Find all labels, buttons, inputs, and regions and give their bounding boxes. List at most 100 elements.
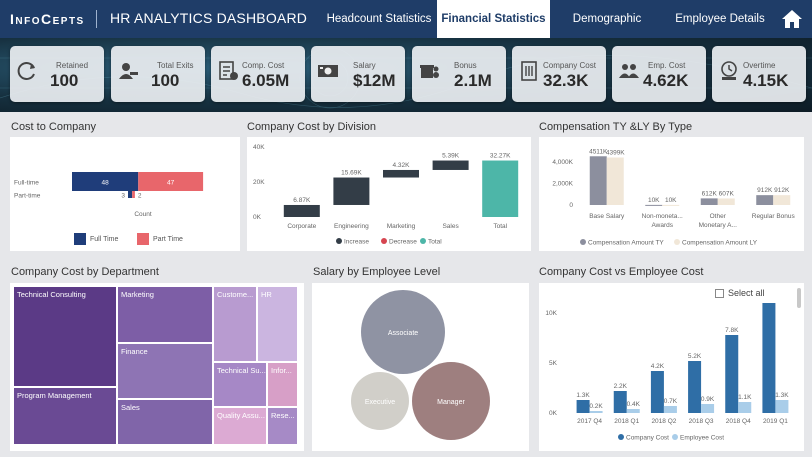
kpi-value: 2.1M xyxy=(454,71,492,90)
treemap-tile[interactable]: Program Management xyxy=(13,387,117,445)
treemap-tile[interactable]: Custome... xyxy=(213,286,257,362)
bar-employee-cost xyxy=(663,406,677,413)
waterfall-bar xyxy=(333,177,370,205)
legend-label: Total xyxy=(428,239,442,246)
kpi-label: Total Exits xyxy=(157,61,194,70)
category-label: Part-time xyxy=(14,193,41,200)
y-tick-label: 20K xyxy=(253,179,265,186)
data-label: 0.2K xyxy=(589,403,603,410)
kpi-card-total-exits[interactable]: Total Exits 100 xyxy=(111,46,205,102)
x-tick-label: Non-moneta... xyxy=(642,213,683,220)
kpi-card-emp-cost[interactable]: Emp. Cost 4.62K xyxy=(612,46,706,102)
data-label: 48 xyxy=(102,180,110,187)
treemap-tile[interactable]: Finance xyxy=(117,343,213,399)
treemap-tile[interactable]: Quality Assu... xyxy=(213,407,267,445)
cost-to-company-chart: Full-time 48 47 Part-time 3 2 Count Full Time … xyxy=(10,137,240,251)
legend-swatch xyxy=(74,233,86,245)
panel-title-company-vs-employee-cost: Company Cost vs Employee Cost xyxy=(539,266,704,278)
x-tick-label: Marketing xyxy=(387,223,416,230)
waterfall-bar xyxy=(383,169,419,178)
legend-label: Full Time xyxy=(90,235,119,243)
slicer-scrollbar[interactable] xyxy=(797,288,801,308)
legend-marker xyxy=(618,434,624,440)
tab-financial-statistics[interactable]: Financial Statistics xyxy=(437,0,550,38)
bar-ly xyxy=(606,157,624,205)
legend-full-time[interactable]: Full Time xyxy=(74,233,118,245)
kpi-label: Salary xyxy=(353,61,376,70)
kpi-label: Comp. Cost xyxy=(242,61,285,70)
clock-person-icon xyxy=(721,61,737,80)
x-tick-label: Engineering xyxy=(334,223,369,230)
kpi-card-comp-cost[interactable]: Comp. Cost 6.05M xyxy=(211,46,305,102)
kpi-card-retained[interactable]: Retained 100 xyxy=(10,46,104,102)
data-label: 1.1K xyxy=(738,394,752,401)
company-logo: InfoCepts xyxy=(10,11,85,27)
x-tick-label: Awards xyxy=(651,222,673,229)
treemap-tile[interactable]: Technical Su... xyxy=(213,362,267,407)
x-axis-title: Count xyxy=(134,211,152,218)
y-tick-label: 0 xyxy=(569,202,573,209)
kpi-card-salary[interactable]: Salary $12M xyxy=(311,46,405,102)
bar-company-cost xyxy=(650,371,664,413)
data-label: 4.2K xyxy=(651,363,665,370)
treemap-tile[interactable]: Marketing xyxy=(117,286,213,343)
data-label: 6.87K xyxy=(293,197,311,204)
kpi-label: Company Cost xyxy=(543,61,596,70)
dashboard-title: HR ANALYTICS DASHBOARD xyxy=(110,10,308,26)
legend-label: Part Time xyxy=(153,235,183,243)
treemap-tile[interactable]: Infor... xyxy=(267,362,298,407)
gift-coins-icon xyxy=(420,65,439,78)
data-label: 912K xyxy=(757,187,773,194)
kpi-value: 100 xyxy=(50,71,79,90)
kpi-card-company-cost[interactable]: Company Cost 32.3K xyxy=(512,46,606,102)
kpi-value: 100 xyxy=(151,71,180,90)
user-minus-icon xyxy=(119,63,138,79)
home-button[interactable] xyxy=(776,4,808,34)
x-tick-label: 2018 Q2 xyxy=(651,418,676,425)
waterfall-bar xyxy=(482,160,519,217)
company-vs-employee-svg: 0K 5K 10K 1.3K 0.2K 2017 Q4 2.2K 0.4K 2018 Q1 4.2… xyxy=(545,303,789,442)
company-vs-employee-cost-chart: 0K 5K 10K 1.3K 0.2K 2017 Q4 2.2K 0.4K 2018 Q1 4.2… xyxy=(539,283,804,451)
treemap-tile[interactable]: Technical Consulting xyxy=(13,286,117,387)
y-tick-label: 10K xyxy=(545,310,557,317)
select-all-checkbox[interactable]: Select all xyxy=(715,288,765,298)
kpi-value: $12M xyxy=(353,71,396,90)
category-label: Full-time xyxy=(14,180,39,187)
legend-marker xyxy=(381,238,387,244)
bar-part-time xyxy=(132,191,135,198)
data-label: 47 xyxy=(167,180,175,187)
bar-ty xyxy=(756,195,774,205)
treemap-tile[interactable]: Sales xyxy=(117,399,213,445)
legend-part-time[interactable]: Part Time xyxy=(137,233,183,245)
x-tick-label: 2019 Q1 xyxy=(763,418,788,425)
kpi-banner: Retained 100 Total Exits 100 Comp. Cost … xyxy=(0,38,812,112)
data-label: 0.7K xyxy=(664,398,678,405)
bar-employee-cost xyxy=(701,404,715,413)
legend-marker xyxy=(674,239,680,245)
cash-icon xyxy=(318,65,338,77)
y-tick-label: 40K xyxy=(253,144,265,151)
bar-ly xyxy=(662,204,680,206)
legend-label: Company Cost xyxy=(626,435,669,442)
x-tick-label: Sales xyxy=(442,223,459,230)
bar-company-cost xyxy=(762,303,776,413)
panel-title-cost-to-company: Cost to Company xyxy=(11,121,96,133)
tab-headcount-statistics[interactable]: Headcount Statistics xyxy=(322,0,436,38)
legend-label: Compensation Amount LY xyxy=(682,240,758,247)
kpi-card-bonus[interactable]: Bonus 2.1M xyxy=(412,46,506,102)
bar-employee-cost xyxy=(775,400,789,413)
treemap-tile[interactable]: Rese... xyxy=(267,407,298,445)
x-tick-label: Monetary A... xyxy=(699,222,737,229)
data-label: 10K xyxy=(648,197,660,204)
bubble-label: Associate xyxy=(388,330,418,337)
data-label: 4399K xyxy=(606,149,625,156)
x-tick-label: Other xyxy=(710,213,727,220)
tab-demographic-statistics[interactable]: Demographic Statistics xyxy=(551,0,663,63)
kpi-label: Overtime xyxy=(743,61,776,70)
data-label: 32.27K xyxy=(490,153,511,160)
treemap-tile[interactable]: HR xyxy=(257,286,298,362)
bar-ty xyxy=(700,198,718,205)
tab-employee-details[interactable]: Employee Details xyxy=(664,0,776,38)
kpi-card-overtime[interactable]: Overtime 4.15K xyxy=(712,46,806,102)
legend-label: Increase xyxy=(344,239,369,246)
